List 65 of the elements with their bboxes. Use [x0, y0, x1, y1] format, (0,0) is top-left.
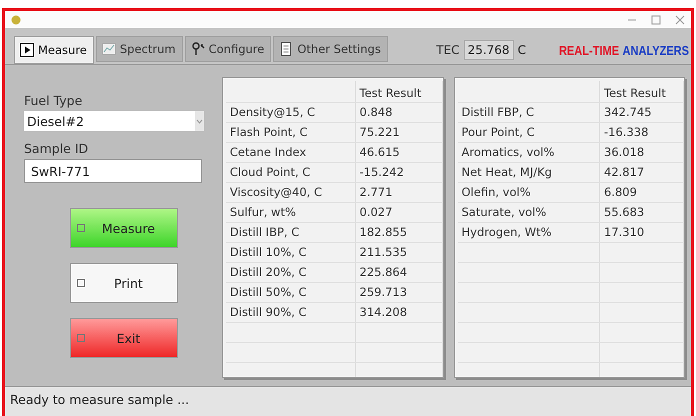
- button-icon: [77, 334, 86, 342]
- table-cell: 225.864: [356, 263, 442, 283]
- close-icon[interactable]: [675, 14, 685, 24]
- table-cell: Olefin, vol%: [458, 183, 600, 203]
- tec-label: TEC: [436, 43, 460, 57]
- table-cell: Distill IBP, C: [226, 223, 356, 243]
- button-icon: [77, 224, 86, 232]
- table-cell: Pour Point, C: [458, 123, 600, 143]
- maximize-icon[interactable]: [651, 14, 661, 24]
- table-cell: 75.221: [356, 123, 442, 143]
- table-cell: Saturate, vol%: [458, 203, 600, 223]
- table-cell: 36.018: [600, 143, 684, 163]
- app-icon: [11, 14, 21, 24]
- column-header: Test Result: [356, 81, 442, 103]
- play-icon: [20, 43, 34, 57]
- table-cell: 0.848: [356, 103, 442, 123]
- status-bar: Ready to measure sample ...: [5, 386, 691, 416]
- field-label: Sample ID: [24, 141, 90, 156]
- chart-icon: [102, 42, 116, 56]
- button[interactable]: Print: [70, 263, 178, 303]
- table-cell: Distill FBP, C: [458, 103, 600, 123]
- table-cell: 55.683: [600, 203, 684, 223]
- document-icon: [279, 42, 294, 56]
- wrench-icon: [190, 42, 205, 56]
- table-cell: Hydrogen, Wt%: [458, 223, 600, 243]
- button[interactable]: Exit: [70, 318, 178, 358]
- table-cell: 314.208: [356, 303, 442, 323]
- table-cell: 342.745: [600, 103, 684, 123]
- table-cell: -16.338: [600, 123, 684, 143]
- tab[interactable]: Configure: [184, 36, 272, 62]
- table-cell: Cloud Point, C: [226, 163, 356, 183]
- tec-unit: C: [518, 43, 526, 57]
- table-cell: Viscosity@40, C: [226, 183, 356, 203]
- table-cell: 211.535: [356, 243, 442, 263]
- sample-id-field[interactable]: SwRI-771: [24, 159, 202, 183]
- fuel-type-dropdown[interactable]: Diesel#2: [24, 111, 204, 131]
- table-cell: 259.713: [356, 283, 442, 303]
- table-cell: -15.242: [356, 163, 442, 183]
- table-cell: 6.809: [600, 183, 684, 203]
- table-cell: 17.310: [600, 223, 684, 243]
- table-cell: Cetane Index: [226, 143, 356, 163]
- button[interactable]: Measure: [70, 208, 178, 248]
- table-cell: Sulfur, wt%: [226, 203, 356, 223]
- table-cell: Aromatics, vol%: [458, 143, 600, 163]
- table-cell: 182.855: [356, 223, 442, 243]
- table-cell: 46.615: [356, 143, 442, 163]
- tab[interactable]: Other Settings: [273, 36, 388, 62]
- table-cell: Flash Point, C: [226, 123, 356, 143]
- tec-value: 25.768: [464, 40, 514, 60]
- table-cell: Distill 10%, C: [226, 243, 356, 263]
- table-cell: Distill 90%, C: [226, 303, 356, 323]
- table-cell: Density@15, C: [226, 103, 356, 123]
- table-cell: Distill 50%, C: [226, 283, 356, 303]
- table-cell: 42.817: [600, 163, 684, 183]
- table-cell: 2.771: [356, 183, 442, 203]
- column-header: Test Result: [600, 81, 684, 103]
- field-label: Fuel Type: [24, 93, 84, 108]
- tab[interactable]: Measure: [14, 36, 94, 64]
- table-cell: Net Heat, MJ/Kg: [458, 163, 600, 183]
- logo-text: ANALYZERS: [622, 42, 689, 58]
- table-cell: 0.027: [356, 203, 442, 223]
- logo-text: REAL-TIME: [558, 42, 620, 58]
- table-cell: Distill 20%, C: [226, 263, 356, 283]
- button-icon: [77, 279, 86, 287]
- tab[interactable]: Spectrum: [96, 36, 183, 62]
